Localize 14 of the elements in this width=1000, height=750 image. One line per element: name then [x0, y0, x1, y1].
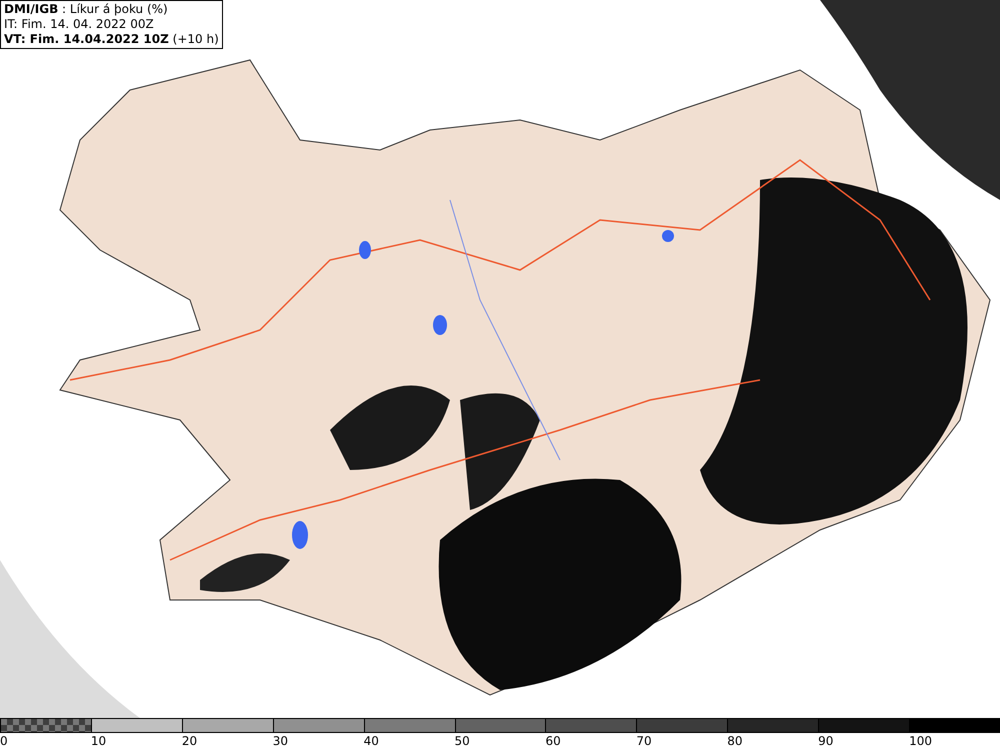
legend-label: 100: [909, 733, 932, 750]
legend-label: 80: [727, 733, 743, 750]
legend-label: 90: [818, 733, 834, 750]
info-text: DMI/IGB : Líkur á þoku (%): [4, 2, 169, 17]
legend-label: 10: [90, 733, 106, 750]
legend-label: 60: [545, 733, 561, 750]
legend-label: 50: [454, 733, 470, 750]
legend-label: 30: [272, 733, 288, 750]
info-text: VT: Fim. 14.04.2022 10Z (+10 h): [4, 32, 219, 47]
legend-label: 40: [364, 733, 379, 750]
legend-label: 20: [182, 733, 198, 750]
legend-label: 0: [0, 733, 8, 750]
legend-label: 70: [636, 733, 652, 750]
info-text: IT: Fim. 14. 04. 2022 00Z: [4, 17, 155, 32]
